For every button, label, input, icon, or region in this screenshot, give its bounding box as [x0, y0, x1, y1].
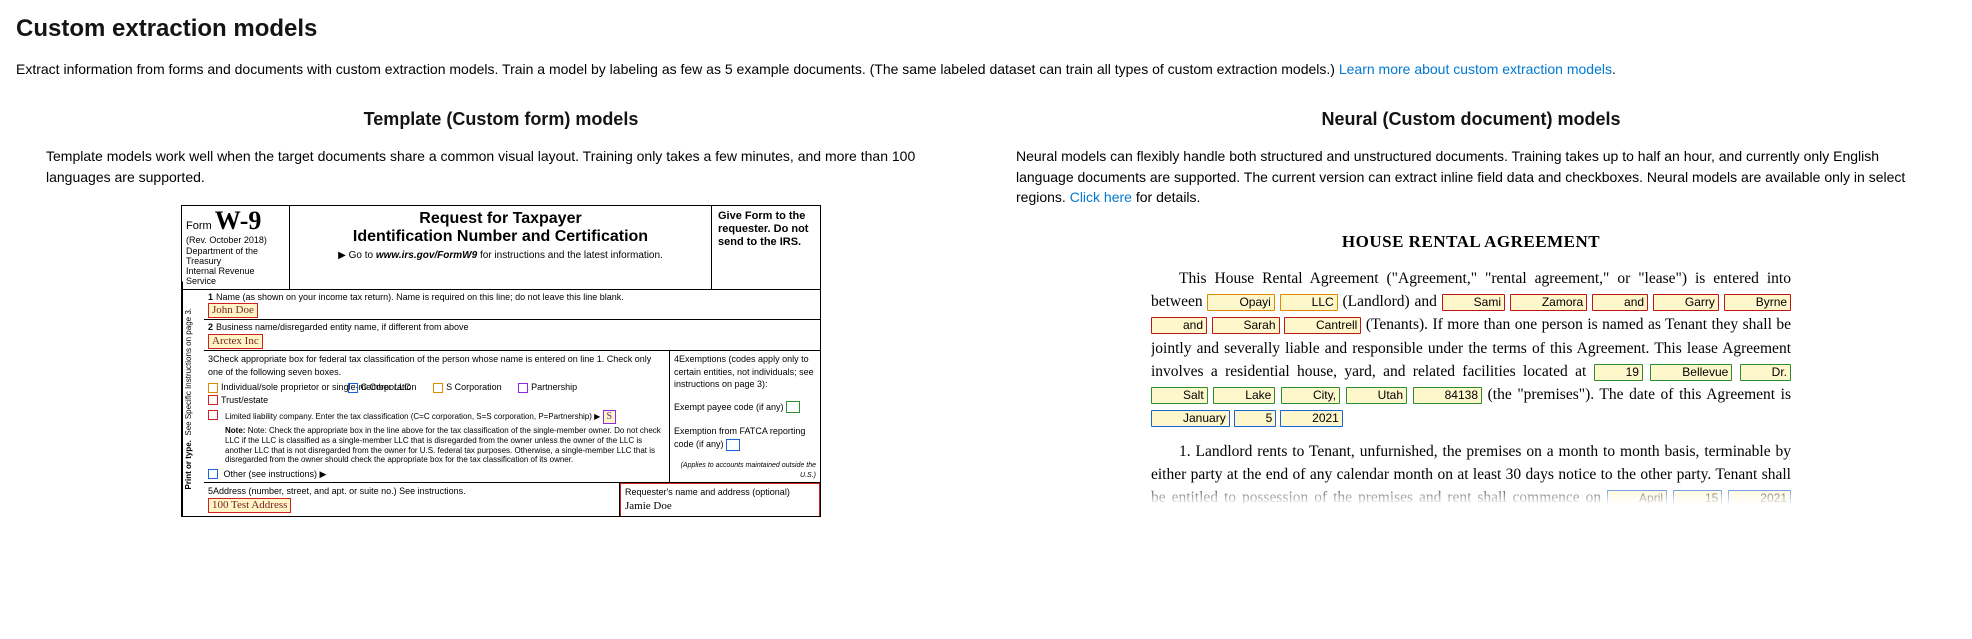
w9-llc-label: Limited liability company. Enter the tax…	[225, 412, 600, 421]
w9-other: Other (see instructions) ▶	[224, 469, 327, 479]
checkbox-icon	[208, 383, 218, 393]
w9-r5b-value: Jamie Doe	[625, 500, 672, 512]
tag-tenant: Cantrell	[1284, 317, 1361, 334]
w9-give-form: Give Form to the requester. Do not send …	[712, 206, 820, 289]
tag-tenant: Byrne	[1724, 294, 1791, 311]
lease-p1d: (the "premises"). The date of this Agree…	[1488, 386, 1791, 403]
lease-preview: HOUSE RENTAL AGREEMENT This House Rental…	[1151, 225, 1791, 505]
lease-para-1: This House Rental Agreement ("Agreement,…	[1151, 267, 1791, 430]
w9-opt-c: S Corporation	[446, 382, 502, 392]
w9-r4-d: (Applies to accounts maintained outside …	[674, 461, 816, 481]
checkbox-icon	[518, 383, 528, 393]
w9-r2-value: Arctex Inc	[208, 334, 263, 349]
w9-r5-label: Address (number, street, and apt. or sui…	[213, 486, 466, 496]
tag-date: 2021	[1728, 490, 1791, 505]
w9-opt-d: Partnership	[531, 382, 577, 392]
tag-date: 5	[1234, 410, 1277, 427]
lease-p1b: (Landlord) and	[1343, 293, 1442, 310]
w9-side-spec: See Specific Instructions on page 3.	[184, 308, 193, 436]
tag-date: January	[1151, 410, 1230, 427]
w9-goto-prefix: ▶ Go to	[338, 250, 376, 261]
w9-r1-value: John Doe	[208, 303, 258, 318]
w9-llc-code: S	[603, 410, 617, 424]
w9-row-5: 5Address (number, street, and apt. or su…	[204, 483, 620, 516]
code-box-icon	[786, 401, 800, 413]
neural-desc: Neural models can flexibly handle both s…	[1016, 146, 1926, 207]
checkbox-icon	[348, 383, 358, 393]
w9-r3-label: Check appropriate box for federal tax cl…	[208, 354, 651, 377]
neural-desc-b: for details.	[1132, 189, 1200, 205]
w9-requester: Requester's name and address (optional) …	[620, 483, 820, 516]
neural-column: Neural (Custom document) models Neural m…	[986, 107, 1956, 505]
tag-address: Lake	[1213, 387, 1275, 404]
tag-tenant: Sami	[1442, 294, 1505, 311]
w9-side-instructions: Print or type. See Specific Instructions…	[182, 281, 204, 516]
w9-r4-b: Exempt payee code (if any)	[674, 402, 784, 412]
w9-dept-1: Department of the Treasury	[186, 247, 285, 267]
template-column: Template (Custom form) models Template m…	[16, 107, 986, 517]
w9-opt-e: Trust/estate	[221, 395, 268, 405]
neural-heading: Neural (Custom document) models	[1016, 107, 1926, 132]
click-here-link[interactable]: Click here	[1070, 189, 1132, 205]
w9-title-line2: Identification Number and Certification	[296, 228, 705, 246]
w9-form-word: Form	[186, 220, 212, 232]
columns: Template (Custom form) models Template m…	[16, 107, 1956, 517]
tag-address: 84138	[1413, 387, 1482, 404]
checkbox-icon	[208, 410, 218, 420]
checkbox-icon	[433, 383, 443, 393]
tag-address: Utah	[1346, 387, 1407, 404]
w9-r5b-label: Requester's name and address (optional)	[625, 487, 790, 497]
tag-address: Bellevue	[1650, 364, 1732, 381]
intro-text: Extract information from forms and docum…	[16, 61, 1339, 77]
tag-address: Dr.	[1740, 364, 1791, 381]
w9-goto: ▶ Go to www.irs.gov/FormW9 for instructi…	[296, 249, 705, 263]
template-desc: Template models work well when the targe…	[46, 146, 956, 187]
w9-row-3: 3Check appropriate box for federal tax c…	[204, 351, 670, 482]
w9-row-1: 1Name (as shown on your income tax retur…	[204, 290, 820, 321]
tag-landlord: LLC	[1280, 294, 1338, 311]
template-heading: Template (Custom form) models	[46, 107, 956, 132]
learn-more-link[interactable]: Learn more about custom extraction model…	[1339, 61, 1612, 77]
tag-date: April	[1607, 490, 1667, 505]
tag-tenant: Sarah	[1212, 317, 1280, 334]
w9-side-print: Print or type.	[184, 440, 193, 489]
tag-date: 2021	[1280, 410, 1343, 427]
w9-form-preview: Form W-9 (Rev. October 2018) Department …	[181, 205, 821, 517]
code-box-icon	[726, 439, 740, 451]
lease-para-2: 1. Landlord rents to Tenant, unfurnished…	[1151, 440, 1791, 506]
tag-and: and	[1592, 294, 1648, 311]
tag-tenant: Garry	[1653, 294, 1719, 311]
w9-r2-label: Business name/disregarded entity name, i…	[216, 322, 468, 332]
w9-opt-a: Individual/sole proprietor or single-mem…	[221, 381, 331, 394]
w9-opt-b: C Corporation	[361, 382, 417, 392]
w9-goto-suffix: for instructions and the latest informat…	[477, 250, 663, 261]
w9-form-code: W-9	[215, 208, 262, 234]
w9-r5-value: 100 Test Address	[208, 498, 291, 513]
intro-period: .	[1612, 61, 1616, 77]
tag-tenant: Zamora	[1510, 294, 1587, 311]
intro-paragraph: Extract information from forms and docum…	[16, 60, 1956, 80]
checkbox-icon	[208, 469, 218, 479]
tag-address: 19	[1594, 364, 1643, 381]
tag-and: and	[1151, 317, 1207, 334]
checkbox-icon	[208, 395, 218, 405]
w9-note: Note: Check the appropriate box in the l…	[225, 426, 661, 464]
page-title: Custom extraction models	[16, 12, 1956, 46]
w9-r1-label: Name (as shown on your income tax return…	[216, 292, 624, 302]
tag-address: City,	[1281, 387, 1340, 404]
tag-date: 15	[1673, 490, 1722, 505]
w9-r4-a: Exemptions (codes apply only to certain …	[674, 354, 814, 389]
tag-address: Salt	[1151, 387, 1208, 404]
lease-title: HOUSE RENTAL AGREEMENT	[1151, 229, 1791, 255]
tag-landlord: Opayi	[1207, 294, 1274, 311]
lease-p2a: 1. Landlord rents to Tenant, unfurnished…	[1151, 443, 1791, 506]
w9-row-2: 2Business name/disregarded entity name, …	[204, 320, 820, 351]
w9-goto-url: www.irs.gov/FormW9	[376, 250, 477, 261]
w9-row-4: 4Exemptions (codes apply only to certain…	[670, 351, 820, 482]
w9-title-line1: Request for Taxpayer	[296, 210, 705, 228]
